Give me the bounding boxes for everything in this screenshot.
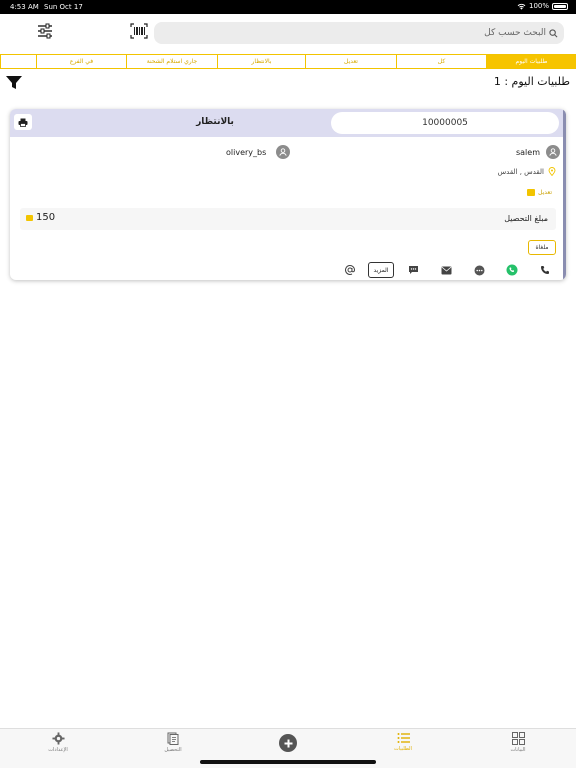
whatsapp-icon[interactable] xyxy=(505,263,519,277)
location-pin-icon xyxy=(548,167,556,176)
barcode-scan-icon[interactable] xyxy=(130,23,148,39)
more-button[interactable]: المزيد xyxy=(368,262,394,278)
gear-icon xyxy=(51,732,65,745)
status-date: Sun Oct 17 xyxy=(44,3,83,11)
driver-name: olivery_bs xyxy=(226,147,267,157)
collection-amount-row: مبلغ التحصيل 150 xyxy=(20,208,556,230)
tab-in-branch[interactable]: في الفرع xyxy=(36,55,126,68)
edit-label: تعديل xyxy=(538,189,552,196)
driver-avatar-icon xyxy=(276,145,291,159)
chat-bubble-icon[interactable] xyxy=(472,263,486,277)
collection-amount-value: 150 xyxy=(36,212,56,223)
tab-pending[interactable]: بالانتظار xyxy=(217,55,305,68)
collection-amount: 150 xyxy=(26,212,55,223)
today-orders-count: طلبيات اليوم : 1 xyxy=(493,75,570,88)
status-bar: 4:53 AM Sun Oct 17 100% xyxy=(0,0,576,14)
address-row: القدس , القدس xyxy=(498,167,556,176)
tab-spacer xyxy=(0,55,36,68)
printer-icon xyxy=(18,118,28,127)
customer-info: salem xyxy=(516,145,560,159)
list-icon xyxy=(397,733,410,743)
add-order-button[interactable] xyxy=(279,734,297,752)
home-indicator xyxy=(200,760,376,764)
nav-collection-label: التحصيل xyxy=(164,747,182,753)
tab-edit[interactable]: تعديل xyxy=(305,55,396,68)
wifi-icon xyxy=(517,3,526,10)
mail-icon[interactable] xyxy=(439,263,453,277)
edit-order-link[interactable]: تعديل xyxy=(527,189,552,196)
nav-settings-label: الإعدادات xyxy=(48,747,68,753)
battery-percent: 100% xyxy=(528,2,549,10)
order-id[interactable]: 10000005 xyxy=(331,112,559,134)
tab-all[interactable]: كل xyxy=(396,55,486,68)
search-bar xyxy=(154,22,564,44)
nav-orders[interactable]: الطلبيات xyxy=(383,732,423,752)
document-icon xyxy=(167,732,179,745)
filter-tabs: في الفرع جاري استلام الشحنة بالانتظار تع… xyxy=(0,54,576,69)
grid-icon xyxy=(511,732,525,745)
contact-actions: المزيد xyxy=(10,261,563,279)
address-text: القدس , القدس xyxy=(497,167,544,176)
at-sign-icon[interactable] xyxy=(343,263,357,277)
nav-settings[interactable]: الإعدادات xyxy=(38,732,78,753)
sliders-icon[interactable] xyxy=(36,22,54,40)
order-status: بالانتظار xyxy=(196,117,234,127)
nav-dashboard-label: البيانات xyxy=(510,747,526,753)
edit-icon xyxy=(527,189,536,196)
money-icon xyxy=(26,214,33,221)
card-accent-border xyxy=(563,109,566,280)
customer-name: salem xyxy=(515,147,540,157)
order-card[interactable]: بالانتظار 10000005 salem olivery_bs القد… xyxy=(10,109,566,280)
nav-collection[interactable]: التحصيل xyxy=(153,732,193,753)
battery-icon xyxy=(552,2,568,10)
customer-avatar-icon xyxy=(546,145,560,159)
search-icon xyxy=(549,28,558,37)
status-time: 4:53 AM xyxy=(10,3,39,11)
tab-today-orders[interactable]: طلبيات اليوم xyxy=(486,55,576,68)
nav-dashboard[interactable]: البيانات xyxy=(498,732,538,753)
nav-orders-label: الطلبيات xyxy=(394,746,412,752)
cancel-button[interactable]: ملغاة xyxy=(528,240,556,255)
order-card-header: بالانتظار 10000005 xyxy=(10,109,563,137)
app-header xyxy=(0,14,576,52)
print-button[interactable] xyxy=(14,114,32,130)
message-icon[interactable] xyxy=(406,263,420,277)
tab-receiving-shipment[interactable]: جاري استلام الشحنة xyxy=(126,55,217,68)
driver-info: olivery_bs xyxy=(226,145,291,159)
status-indicators: 100% xyxy=(517,2,568,10)
search-input[interactable] xyxy=(346,28,546,38)
plus-icon xyxy=(284,739,292,747)
phone-icon[interactable] xyxy=(538,263,552,277)
collection-amount-label: مبلغ التحصيل xyxy=(504,214,548,223)
filter-icon[interactable] xyxy=(6,75,22,89)
